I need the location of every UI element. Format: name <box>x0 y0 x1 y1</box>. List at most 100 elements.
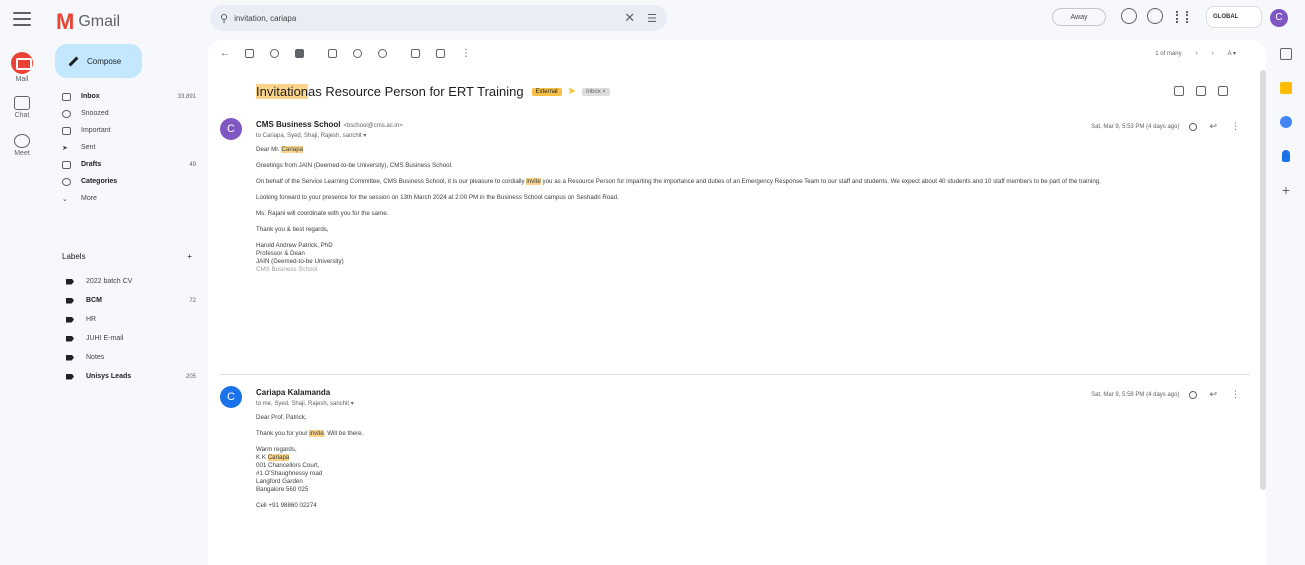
send-icon: ➤ <box>62 144 68 152</box>
sender-avatar[interactable]: C <box>220 118 242 140</box>
status-chip[interactable]: Away <box>1052 8 1106 26</box>
sender-name[interactable]: Cariapa Kalamanda <box>256 388 330 397</box>
message-date: Sat, Mar 9, 5:58 PM (4 days ago) <box>1091 391 1180 398</box>
rail-meet[interactable]: Meet <box>0 134 44 157</box>
label-name: 2022 batch CV <box>86 278 133 285</box>
snooze-icon[interactable] <box>353 49 362 58</box>
more-options-icon[interactable]: ⋮ <box>461 49 471 59</box>
nav-inbox[interactable]: Inbox 33,891 <box>44 88 204 105</box>
more-icon[interactable]: ⋮ <box>1231 121 1240 132</box>
compose-button[interactable]: Compose <box>55 44 142 78</box>
label-as-icon[interactable] <box>436 49 445 58</box>
rail-meet-label: Meet <box>14 150 30 157</box>
chevron-down-icon: ⌄ <box>62 195 68 203</box>
input-tools-button[interactable]: A ▾ <box>1228 50 1236 57</box>
label-item[interactable]: HR <box>44 310 204 329</box>
next-button[interactable]: › <box>1212 51 1214 57</box>
label-item[interactable]: 2022 batch CV <box>44 272 204 291</box>
label-item[interactable]: JUHI E-mail <box>44 329 204 348</box>
calendar-icon[interactable] <box>1280 48 1292 60</box>
recipients[interactable]: to Cariapa, Syed, Shaji, Rajesh, sanchit… <box>256 132 366 139</box>
label-list: 2022 batch CV BCM 72 HR JUHI E-mail Note… <box>44 272 204 386</box>
label-item[interactable]: Notes <box>44 348 204 367</box>
sender-name[interactable]: CMS Business School <bschool@cms.ac.in> <box>256 120 403 129</box>
external-badge: External <box>531 87 562 96</box>
left-rail: Mail Chat Meet <box>0 0 44 565</box>
rail-mail[interactable]: Mail <box>0 52 44 83</box>
signature: Warm regards, K K Cariapa 001 Chancellor… <box>256 446 323 509</box>
support-icon[interactable] <box>1121 8 1137 24</box>
scrollbar[interactable] <box>1260 70 1266 490</box>
salutation: Dear Mr. Cariapa <box>256 146 304 153</box>
label-name: HR <box>86 316 97 323</box>
sender-name-text: CMS Business School <box>256 120 341 129</box>
back-arrow-icon[interactable]: ← <box>220 49 230 59</box>
mark-unread-icon[interactable] <box>328 49 337 58</box>
labels-header: Labels + <box>62 252 192 261</box>
clear-search-icon[interactable]: ✕ <box>624 10 635 26</box>
org-name: GLOBAL <box>1213 14 1239 20</box>
reply-icon[interactable]: ↩ <box>1209 389 1217 400</box>
search-input[interactable]: invitation, cariapa <box>234 14 624 23</box>
add-label-button[interactable]: + <box>187 252 192 261</box>
rail-chat[interactable]: Chat <box>0 96 44 119</box>
delete-icon[interactable] <box>295 49 304 58</box>
message-date: Sat, Mar 9, 5:53 PM (4 days ago) <box>1091 123 1180 130</box>
nav-more[interactable]: ⌄ More <box>44 190 204 207</box>
nav-sent[interactable]: ➤ Sent <box>44 139 204 156</box>
sender-avatar[interactable]: C <box>220 386 242 408</box>
pager: 1 of many ‹ › A ▾ <box>1141 50 1236 58</box>
closing: Thank you & best regards, <box>256 226 329 233</box>
reply-icon[interactable]: ↩ <box>1209 121 1217 132</box>
paragraph: Looking forward to your presence for the… <box>256 194 619 201</box>
org-badge[interactable]: GLOBAL <box>1206 6 1262 28</box>
apps-grid-icon[interactable] <box>1176 11 1188 23</box>
recipients[interactable]: to me, Syed, Shaji, Rajesh, sanchit ▾ <box>256 400 354 407</box>
search-options-icon[interactable]: ☰ <box>647 12 657 25</box>
add-task-icon[interactable] <box>378 49 387 58</box>
message-meta: Sat, Mar 9, 5:53 PM (4 days ago) ↩ ⋮ <box>1091 121 1240 132</box>
emoji-react-icon[interactable] <box>1189 122 1198 131</box>
inbox-label-chip[interactable]: Inbox × <box>582 87 610 96</box>
label-icon <box>66 373 74 380</box>
label-item[interactable]: Unisys Leads 205 <box>44 367 204 386</box>
print-icon[interactable] <box>1196 86 1206 96</box>
settings-icon[interactable] <box>1147 8 1163 24</box>
label-name: BCM <box>86 297 102 304</box>
nav-label: Sent <box>81 144 96 151</box>
nav-important[interactable]: Important <box>44 122 204 139</box>
app-name: Gmail <box>78 13 121 30</box>
main-menu-icon[interactable] <box>13 12 31 26</box>
emoji-react-icon[interactable] <box>1189 390 1198 399</box>
important-marker-icon[interactable]: ➤ <box>568 86 576 97</box>
nav-snoozed[interactable]: Snoozed <box>44 105 204 122</box>
more-icon[interactable]: ⋮ <box>1231 389 1240 400</box>
important-icon <box>62 126 71 135</box>
move-to-icon[interactable] <box>411 49 420 58</box>
report-spam-icon[interactable] <box>270 49 279 58</box>
paragraph: Ms. Rajani will coordinate with you for … <box>256 210 389 217</box>
mail-icon <box>11 52 33 74</box>
message-body: Dear Prof. Patrick, Thank you for your i… <box>256 414 1236 510</box>
nav-drafts[interactable]: Drafts 49 <box>44 156 204 173</box>
nav-label: Important <box>81 127 111 134</box>
paragraph: On behalf of the Service Learning Commit… <box>256 178 1101 185</box>
nav-categories[interactable]: Categories <box>44 173 204 190</box>
open-new-window-icon[interactable] <box>1218 86 1228 96</box>
search-bar[interactable]: ⚲ invitation, cariapa ✕ ☰ <box>210 5 667 31</box>
prev-button[interactable]: ‹ <box>1196 51 1198 57</box>
gmail-logo[interactable]: M Gmail <box>56 9 120 35</box>
chat-icon <box>14 96 30 110</box>
label-item[interactable]: BCM 72 <box>44 291 204 310</box>
summarize-icon[interactable] <box>1174 86 1184 96</box>
nav-label: Snoozed <box>81 110 109 117</box>
keep-icon[interactable] <box>1280 82 1292 94</box>
labels-title: Labels <box>62 252 86 261</box>
tasks-icon[interactable] <box>1280 116 1292 128</box>
status-text: Away <box>1070 13 1088 21</box>
search-icon[interactable]: ⚲ <box>220 12 228 25</box>
archive-icon[interactable] <box>245 49 254 58</box>
account-avatar[interactable]: C <box>1270 9 1288 27</box>
add-addon-icon[interactable]: + <box>1280 183 1292 197</box>
contacts-icon[interactable] <box>1282 150 1290 162</box>
